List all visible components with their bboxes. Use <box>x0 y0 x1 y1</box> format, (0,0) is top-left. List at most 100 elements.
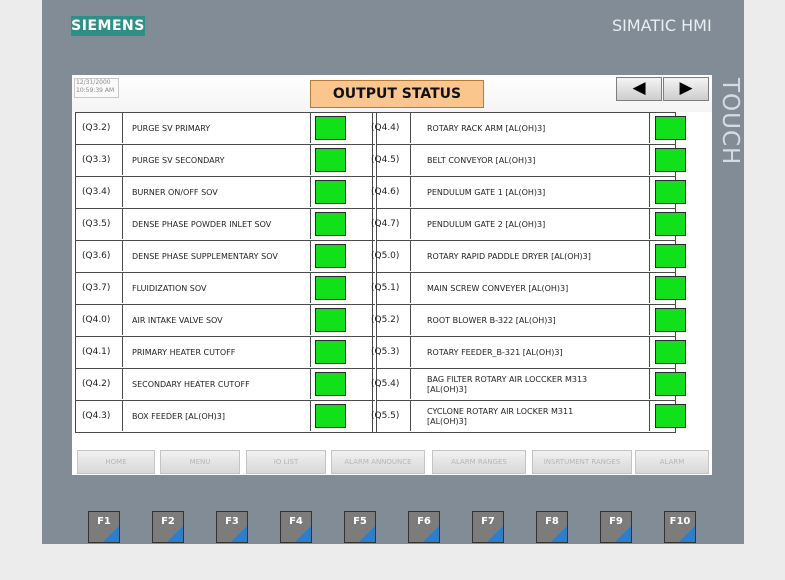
output-address: (Q3.5) <box>82 219 111 229</box>
cell-divider <box>310 177 311 207</box>
output-name: BAG FILTER ROTARY AIR LOCCKER M313 [AL(O… <box>427 374 588 394</box>
previous-page-button[interactable]: ◀ <box>616 77 662 101</box>
key-corner-accent <box>487 526 503 542</box>
cell-divider <box>649 369 650 399</box>
output-name: PENDULUM GATE 1 [AL(OH)3] <box>427 187 546 197</box>
cell-divider <box>410 273 411 303</box>
hardware-key-f1[interactable]: F1 <box>88 511 120 543</box>
function-button-home[interactable]: HOME <box>77 450 155 474</box>
cell-divider <box>122 241 123 271</box>
status-indicator <box>655 308 686 332</box>
output-address: (Q4.1) <box>82 347 111 357</box>
cell-divider <box>649 273 650 303</box>
status-indicator <box>315 180 346 204</box>
output-row: (Q4.1) PRIMARY HEATER CUTOFF <box>76 337 375 369</box>
output-name: MAIN SCREW CONVEYER [AL(OH)3] <box>427 283 569 293</box>
cell-divider <box>410 337 411 367</box>
key-corner-accent <box>167 526 183 542</box>
output-name: ROTARY RAPID PADDLE DRYER [AL(OH)3] <box>427 251 591 261</box>
cell-divider <box>122 113 123 143</box>
hardware-key-f5[interactable]: F5 <box>344 511 376 543</box>
hardware-key-f9[interactable]: F9 <box>600 511 632 543</box>
output-address: (Q4.7) <box>371 219 400 229</box>
status-indicator <box>315 372 346 396</box>
triangle-left-icon: ◀ <box>632 78 646 98</box>
cell-divider <box>310 209 311 239</box>
hmi-screen: 12/31/2000 10:59:39 AM OUTPUT STATUS ◀ ▶… <box>72 75 712 475</box>
function-button-alarm[interactable]: ALARM <box>635 450 709 474</box>
cell-divider <box>649 145 650 175</box>
cell-divider <box>649 337 650 367</box>
output-name: ROTARY FEEDER_B-321 [AL(OH)3] <box>427 347 563 357</box>
function-button-io-list[interactable]: IO LIST <box>246 450 326 474</box>
cell-divider <box>649 209 650 239</box>
output-address: (Q4.3) <box>82 411 111 421</box>
function-button-bar: HOME MENU IO LIST ALARM ANNOUNCE ALARM RANGE… <box>72 447 712 475</box>
output-row: (Q4.3) BOX FEEDER [AL(OH)3] <box>76 401 375 433</box>
output-name: FLUIDIZATION SOV <box>132 283 207 293</box>
cell-divider <box>410 113 411 143</box>
hardware-key-f4[interactable]: F4 <box>280 511 312 543</box>
output-row: (Q5.1) MAIN SCREW CONVEYER [AL(OH)3] <box>371 273 686 305</box>
hardware-key-f6[interactable]: F6 <box>408 511 440 543</box>
output-name: PURGE SV SECONDARY <box>132 155 225 165</box>
status-indicator <box>315 244 346 268</box>
output-address: (Q5.3) <box>371 347 400 357</box>
output-name: CYCLONE ROTARY AIR LOCKER M311 [AL(OH)3] <box>427 406 574 426</box>
function-button-menu[interactable]: MENU <box>160 450 240 474</box>
output-row: (Q3.4) BURNER ON/OFF SOV <box>76 177 375 209</box>
key-corner-accent <box>551 526 567 542</box>
status-indicator <box>655 116 686 140</box>
cell-divider <box>310 369 311 399</box>
cell-divider <box>122 209 123 239</box>
output-row: (Q5.4) BAG FILTER ROTARY AIR LOCCKER M313… <box>371 369 686 401</box>
key-corner-accent <box>679 526 695 542</box>
cell-divider <box>122 145 123 175</box>
function-button-alarm-ranges[interactable]: ALARM RANGES <box>432 450 526 474</box>
output-name: BOX FEEDER [AL(OH)3] <box>132 411 225 421</box>
cell-divider <box>410 401 411 431</box>
status-indicator <box>655 180 686 204</box>
output-row: (Q4.5) BELT CONVEYOR [AL(OH)3] <box>371 145 686 177</box>
output-row: (Q3.2) PURGE SV PRIMARY <box>76 113 375 145</box>
key-corner-accent <box>615 526 631 542</box>
status-indicator <box>315 148 346 172</box>
hardware-key-f3[interactable]: F3 <box>216 511 248 543</box>
cell-divider <box>122 305 123 335</box>
output-address: (Q5.1) <box>371 283 400 293</box>
hardware-key-f10[interactable]: F10 <box>664 511 696 543</box>
cell-divider <box>310 305 311 335</box>
screen-header: 12/31/2000 10:59:39 AM OUTPUT STATUS ◀ ▶ <box>72 75 712 112</box>
status-indicator <box>655 148 686 172</box>
output-row: (Q3.3) PURGE SV SECONDARY <box>76 145 375 177</box>
status-indicator <box>315 212 346 236</box>
output-row: (Q5.5) CYCLONE ROTARY AIR LOCKER M311 [AL… <box>371 401 686 433</box>
cell-divider <box>310 145 311 175</box>
function-button-insrtument-ranges[interactable]: INSRTUMENT RANGES <box>532 450 632 474</box>
output-name: PRIMARY HEATER CUTOFF <box>132 347 236 357</box>
cell-divider <box>122 273 123 303</box>
key-corner-accent <box>423 526 439 542</box>
next-page-button[interactable]: ▶ <box>663 77 709 101</box>
status-indicator <box>655 340 686 364</box>
output-row: (Q4.4) ROTARY RACK ARM [AL(OH)3] <box>371 113 686 145</box>
status-indicator <box>655 404 686 428</box>
output-name: ROOT BLOWER B-322 [AL(OH)3] <box>427 315 556 325</box>
hardware-key-f2[interactable]: F2 <box>152 511 184 543</box>
output-column-left: (Q3.2) PURGE SV PRIMARY (Q3.3) PURGE SV SEC… <box>76 113 375 433</box>
output-address: (Q3.2) <box>82 123 111 133</box>
output-name: BELT CONVEYOR [AL(OH)3] <box>427 155 536 165</box>
hardware-key-f7[interactable]: F7 <box>472 511 504 543</box>
output-column-right: (Q4.4) ROTARY RACK ARM [AL(OH)3] (Q4.5) BEL… <box>371 113 686 433</box>
status-indicator <box>315 404 346 428</box>
hardware-key-f8[interactable]: F8 <box>536 511 568 543</box>
output-address: (Q5.2) <box>371 315 400 325</box>
cell-divider <box>649 113 650 143</box>
output-row: (Q5.0) ROTARY RAPID PADDLE DRYER [AL(OH)3… <box>371 241 686 273</box>
key-corner-accent <box>103 526 119 542</box>
output-address: (Q3.6) <box>82 251 111 261</box>
key-corner-accent <box>295 526 311 542</box>
siemens-logo: SIEMENS <box>71 16 145 36</box>
function-button-alarm-announce[interactable]: ALARM ANNOUNCE <box>331 450 425 474</box>
output-address: (Q4.5) <box>371 155 400 165</box>
